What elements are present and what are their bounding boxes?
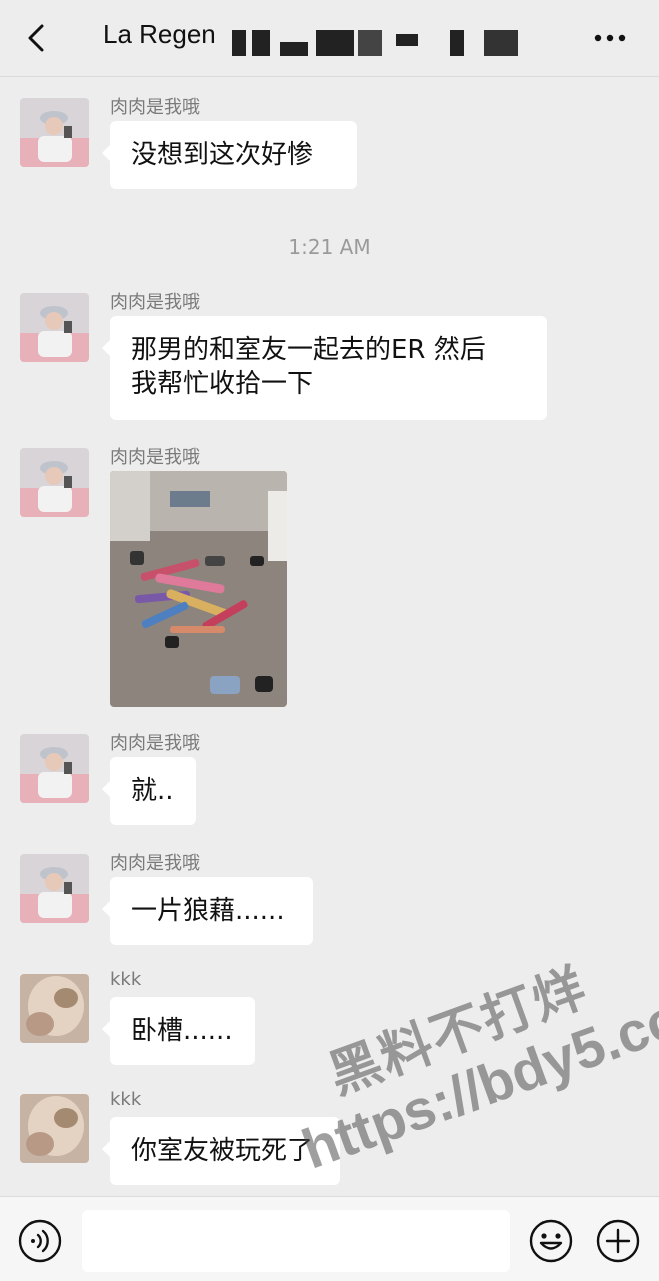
sender-name: kkk xyxy=(110,969,142,990)
message-input[interactable] xyxy=(82,1210,510,1272)
message-bubble[interactable]: 卧槽...... xyxy=(102,997,255,1065)
sender-name: 肉肉是我哦 xyxy=(110,292,200,313)
chat-header: La Regen xyxy=(0,0,659,77)
message-bubble[interactable]: 你室友被玩死了 xyxy=(102,1117,340,1185)
message-line: 我帮忙收拾一下 xyxy=(131,369,314,399)
avatar[interactable] xyxy=(20,1094,89,1163)
room-floor-photo[interactable] xyxy=(110,471,287,707)
sender-name: 肉肉是我哦 xyxy=(110,97,200,118)
avatar[interactable] xyxy=(20,974,89,1043)
avatar[interactable] xyxy=(20,448,89,517)
plus-icon[interactable] xyxy=(596,1219,640,1263)
sender-name: kkk xyxy=(110,1089,142,1110)
message-bubble[interactable]: 没想到这次好惨 xyxy=(102,121,357,189)
message-list[interactable]: 肉肉是我哦 没想到这次好惨 1:21 AM 肉肉是我哦 那男的和室友一起去的ER… xyxy=(0,76,659,1196)
message-bubble[interactable]: 就.. xyxy=(102,757,196,825)
message-bubble[interactable]: 那男的和室友一起去的ER 然后 我帮忙收拾一下 xyxy=(102,316,547,420)
emoji-icon[interactable] xyxy=(529,1219,573,1263)
sender-name: 肉肉是我哦 xyxy=(110,853,200,874)
more-dots-icon[interactable] xyxy=(584,22,636,54)
avatar[interactable] xyxy=(20,734,89,803)
sender-name: 肉肉是我哦 xyxy=(110,447,200,468)
avatar[interactable] xyxy=(20,854,89,923)
voice-icon[interactable] xyxy=(18,1219,62,1263)
sender-name: 肉肉是我哦 xyxy=(110,733,200,754)
avatar[interactable] xyxy=(20,98,89,167)
message-bubble[interactable]: 一片狼藉...... xyxy=(102,877,313,945)
chevron-left-icon[interactable] xyxy=(18,20,54,56)
timestamp: 1:21 AM xyxy=(288,235,371,259)
chat-title: La Regen xyxy=(103,19,216,49)
avatar[interactable] xyxy=(20,293,89,362)
input-bar xyxy=(0,1196,659,1281)
message-line: 那男的和室友一起去的ER 然后 xyxy=(131,335,486,365)
